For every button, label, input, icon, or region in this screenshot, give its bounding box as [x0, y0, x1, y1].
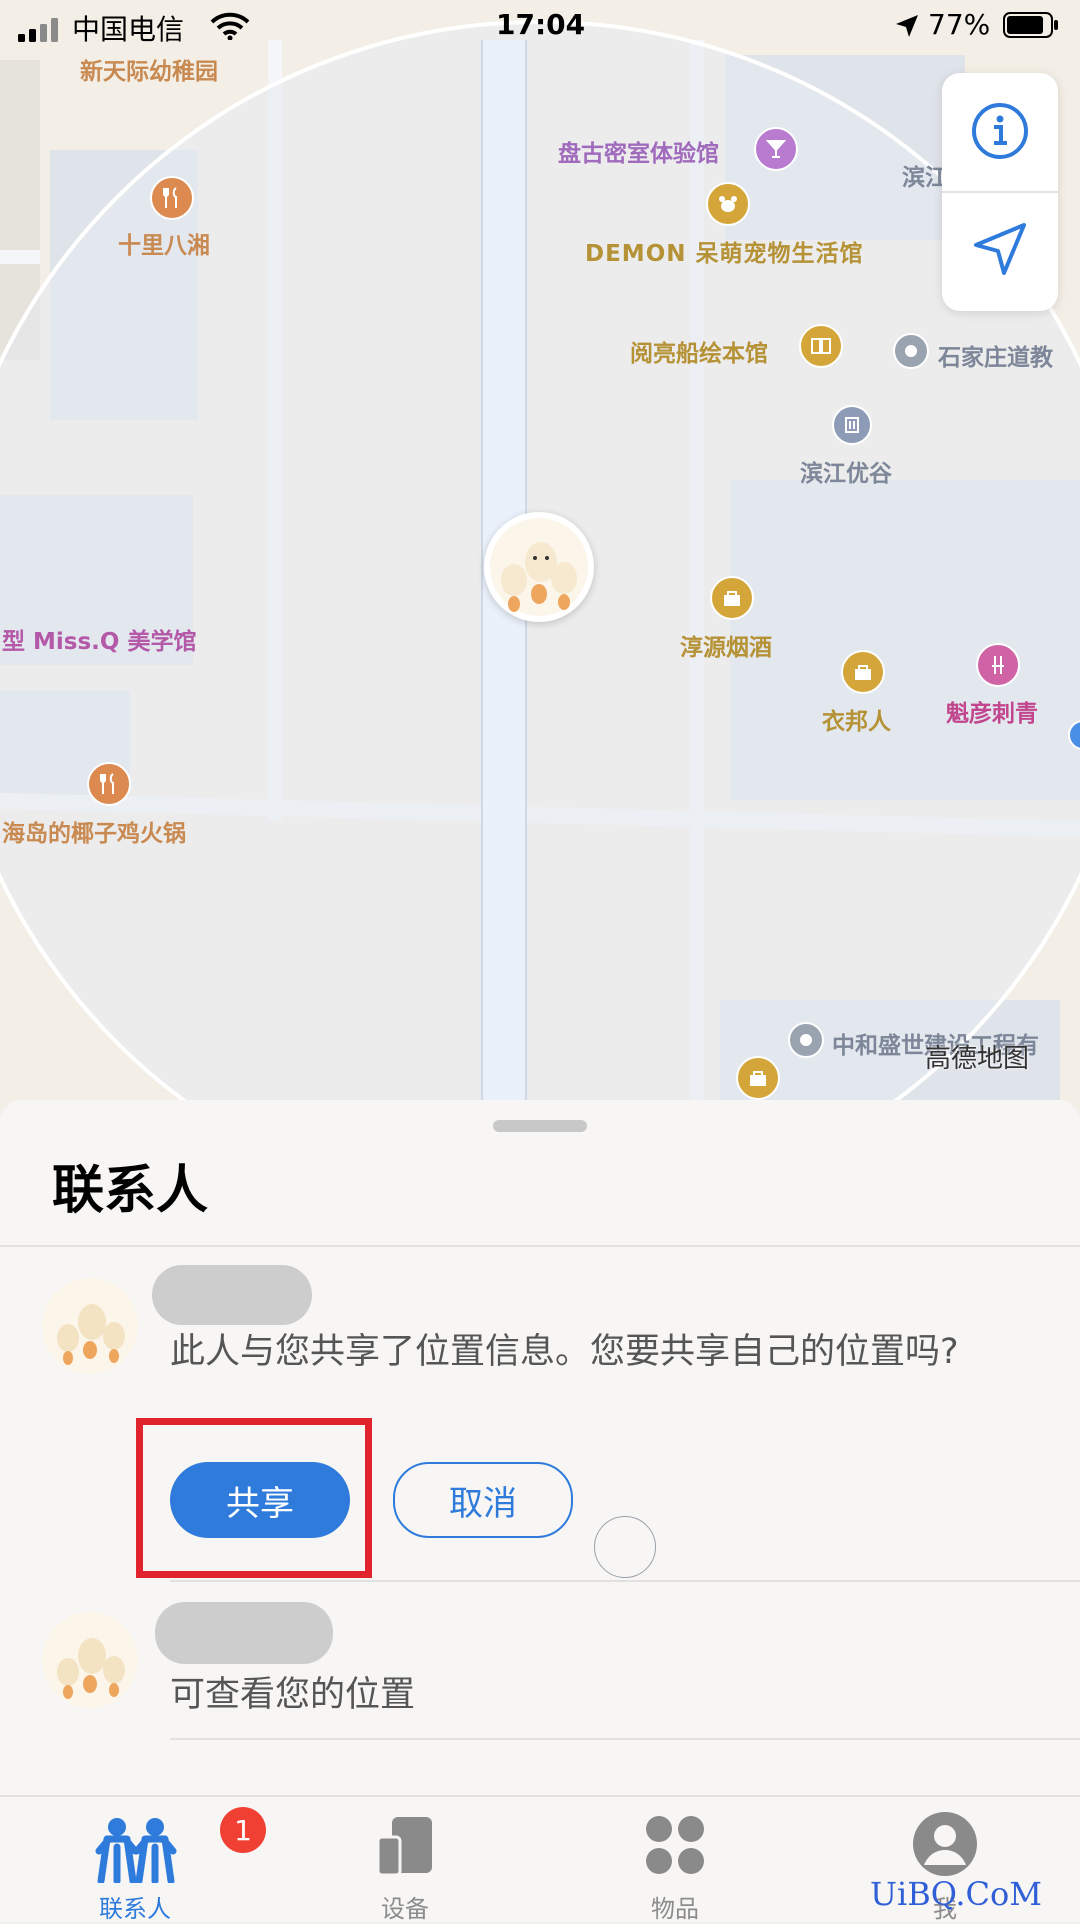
poi-label-binjiang-yougu[interactable]: 滨江优谷 [800, 454, 892, 488]
map-attribution: 高德地图 [925, 1044, 1030, 1074]
tab-people[interactable]: 1 联系人 [35, 1797, 266, 1923]
map-controls [942, 73, 1058, 311]
locate-me-icon[interactable] [970, 219, 1030, 279]
poi-label-haidao[interactable]: 海岛的椰子鸡火锅 [2, 814, 186, 848]
devices-icon [376, 1815, 436, 1881]
building-icon[interactable] [832, 405, 872, 445]
poi-label-chunyuan[interactable]: 淳源烟酒 [680, 628, 772, 662]
location-arrow-icon [894, 13, 920, 43]
wifi-icon [210, 12, 250, 44]
poi-label-shili[interactable]: 十里八湘 [118, 226, 210, 260]
tab-label: 联系人 [99, 1895, 171, 1923]
place-icon[interactable] [788, 1022, 824, 1058]
battery-icon [1003, 12, 1058, 38]
contact-status: 可查看您的位置 [170, 1675, 416, 1715]
tab-devices[interactable]: 设备 [305, 1797, 505, 1923]
shopping-bag-icon[interactable] [710, 576, 754, 620]
poi-label-kuiyan[interactable]: 魁彦刺青 [946, 694, 1038, 728]
poi-label-yueliang[interactable]: 阅亮船绘本馆 [630, 334, 768, 368]
poi-label-missq[interactable]: 型 Miss.Q 美学馆 [2, 622, 196, 656]
share-request-message: 此人与您共享了位置信息。您要共享自己的位置吗? [170, 1332, 959, 1372]
carrier-label: 中国电信 [72, 13, 185, 46]
tab-label: 设备 [381, 1895, 429, 1923]
poi-label-pangu[interactable]: 盘古密室体验馆 [558, 134, 719, 168]
map-view[interactable]: 新天际幼稚园 十里八湘 盘古密室体验馆 滨江 DEMON 呆萌宠物生活馆 阅亮船… [0, 0, 1080, 1110]
poi-label-yibang[interactable]: 衣邦人 [822, 702, 891, 736]
info-icon[interactable] [970, 101, 1030, 161]
poi-label-demon[interactable]: DEMON 呆萌宠物生活馆 [585, 234, 864, 268]
map-controls-divider [942, 191, 1058, 193]
divider [0, 1245, 1080, 1247]
items-icon [645, 1815, 705, 1879]
tattoo-icon[interactable] [976, 643, 1020, 687]
status-bar: 中国电信 17:04 77% [0, 0, 1080, 52]
person-icon [912, 1811, 978, 1881]
poi-label-shijiazhuang[interactable]: 石家庄道教 [938, 338, 1053, 372]
divider [170, 1580, 1080, 1582]
restaurant-icon[interactable] [150, 176, 194, 220]
notification-badge: 1 [220, 1807, 266, 1853]
user-location-avatar[interactable] [484, 512, 594, 622]
sheet-title: 联系人 [52, 1161, 209, 1221]
restaurant-icon[interactable] [87, 762, 131, 806]
tab-label: 物品 [651, 1895, 699, 1923]
contact-name-redacted [152, 1265, 312, 1325]
book-icon[interactable] [799, 324, 843, 368]
battery-percent: 77% [928, 8, 991, 41]
highlight-box [136, 1418, 372, 1578]
cancel-button[interactable]: 取消 [393, 1462, 573, 1538]
sheet-drag-handle[interactable] [493, 1120, 587, 1132]
shopping-bag-icon[interactable] [841, 650, 885, 694]
watermark: UiBQ.CoM [870, 1875, 1043, 1913]
cocktail-icon[interactable] [754, 127, 798, 171]
map-road [0, 250, 40, 264]
divider [170, 1738, 1080, 1740]
people-icon [95, 1817, 177, 1887]
tab-items[interactable]: 物品 [575, 1797, 775, 1923]
avatar [42, 1612, 138, 1708]
shopping-bag-icon[interactable] [736, 1056, 780, 1100]
pet-icon[interactable] [706, 182, 750, 226]
place-icon[interactable] [893, 333, 929, 369]
signal-icon [18, 18, 64, 42]
touch-indicator [594, 1516, 656, 1578]
clock: 17:04 [496, 8, 586, 41]
avatar [42, 1278, 138, 1374]
poi-label-kindergarten[interactable]: 新天际幼稚园 [80, 52, 218, 86]
contact-name-redacted [155, 1602, 333, 1664]
